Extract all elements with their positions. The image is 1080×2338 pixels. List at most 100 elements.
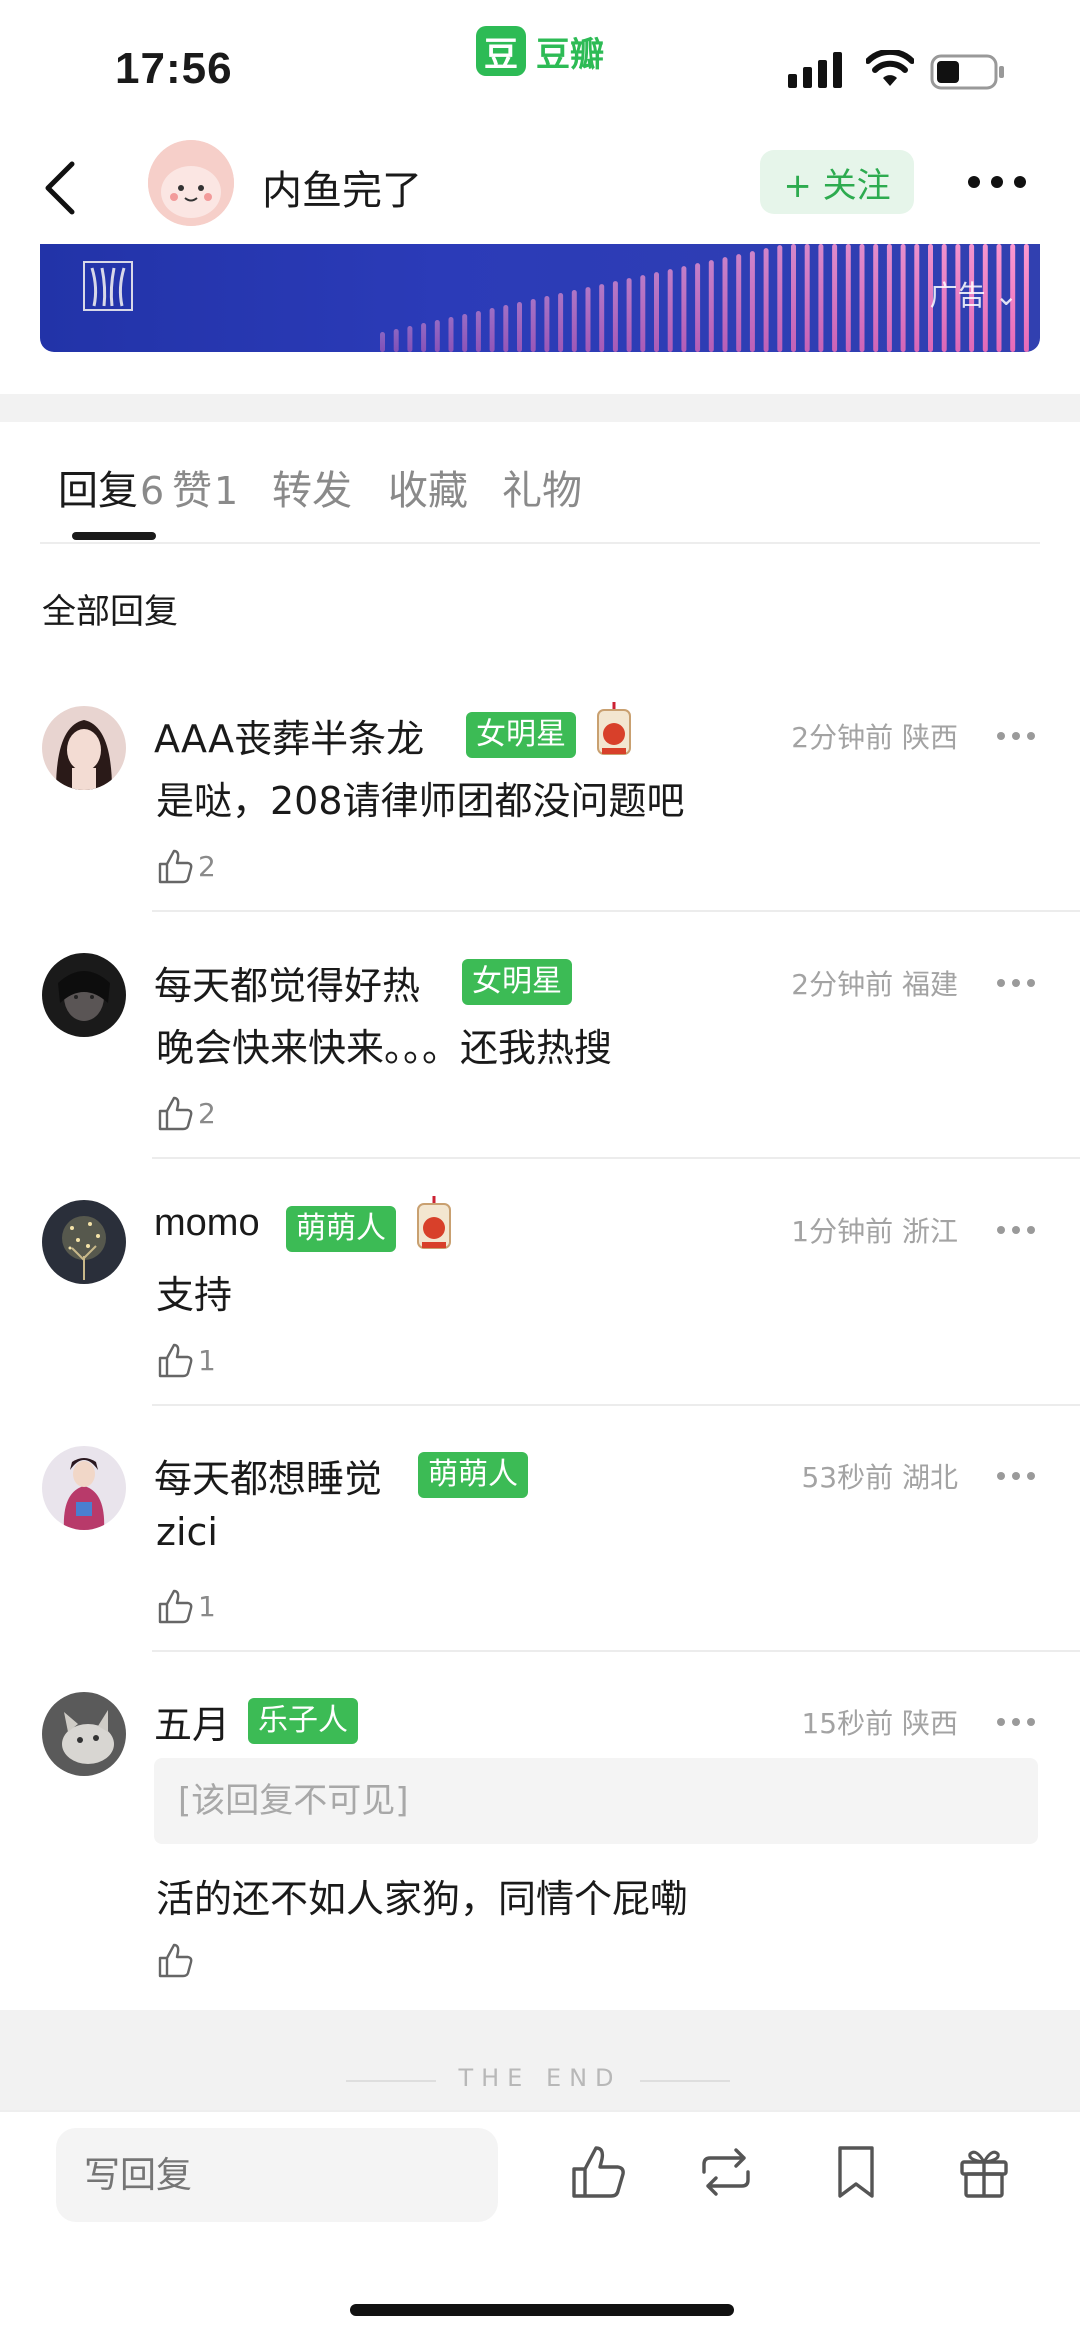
comment-time: 2分钟前 [791,721,894,754]
ad-label[interactable]: 广告 ⌄ [930,274,1018,314]
comment-meta: 2分钟前 福建 [791,963,958,1003]
avatar[interactable] [42,1692,126,1776]
ad-stripe [859,244,865,352]
like-button[interactable]: 2 [156,1093,216,1133]
avatar[interactable] [42,953,126,1037]
end-line-right [640,2080,730,2082]
ad-stripe [407,326,413,352]
section-divider [0,394,1080,422]
like-button[interactable]: 2 [156,846,216,886]
like-button[interactable]: 1 [156,1340,216,1380]
ad-label-text: 广告 [929,279,986,312]
ad-stripe [421,323,427,352]
comment-text: 是哒，208请律师团都没问题吧 [156,779,685,823]
wifi-icon [866,50,914,86]
user-badge: 萌萌人 [286,1206,396,1252]
end-text: THE END [458,2064,622,2092]
tab-gifts[interactable]: 礼物 [502,458,582,516]
thumbs-up-icon [158,1943,193,1978]
thumbs-up-icon [158,849,193,884]
ad-stripe [612,281,618,352]
comment-author[interactable]: AAA丧葬半条龙 [154,708,424,763]
like-button[interactable] [156,1940,194,1980]
like-button[interactable]: 1 [156,1586,216,1626]
tab-likes[interactable]: 赞1 [172,458,238,516]
bookmark-icon[interactable] [826,2142,886,2202]
tab-collections[interactable]: 收藏 [388,458,468,516]
comment-author[interactable]: 每天都想睡觉 [154,1448,382,1503]
comment-time: 1分钟前 [791,1215,894,1248]
user-badge: 女明星 [466,712,576,758]
avatar-illustration [42,706,126,790]
comment-location: 福建 [901,968,958,1001]
reply-input[interactable] [56,2128,498,2222]
follow-button[interactable]: + 关注 [760,150,914,214]
ad-stripe [475,311,481,352]
app-name: 豆瓣 [536,34,604,75]
status-bar: 17:56 豆 豆瓣 [0,0,1080,120]
comment-time: 15秒前 [801,1707,894,1740]
tab-replies[interactable]: 回复6 [58,458,164,516]
ad-stripe [585,287,591,352]
comment-meta: 15秒前 陕西 [801,1702,958,1742]
ad-stripe [393,329,399,352]
comment-author[interactable]: momo [154,1202,260,1245]
tab-bar: 回复6 赞1 转发 收藏 礼物 [40,440,1040,544]
ad-stripe [736,254,742,352]
ad-stripe [1023,244,1029,352]
divider [152,1650,1080,1652]
more-dots-icon[interactable] [996,730,1036,742]
ad-stripe [558,293,564,352]
ad-banner[interactable]: 广告 ⌄ [40,244,1040,352]
ad-stripe [626,278,632,352]
ad-stripe [434,320,440,352]
ad-stripe [749,251,755,352]
divider [152,910,1080,912]
ad-stripe [845,244,851,352]
thumbs-up-icon[interactable] [568,2142,628,2202]
comment-author[interactable]: 五月 [154,1694,230,1749]
ad-stripe [571,290,577,352]
avatar[interactable] [42,1200,126,1284]
douban-logo-icon: 豆 [476,26,526,76]
quoted-reply[interactable]: [该回复不可见] [154,1758,1038,1844]
ad-brand-logo-icon [83,261,133,311]
user-avatar[interactable] [148,140,234,226]
comment-meta: 2分钟前 陕西 [791,716,958,756]
back-arrow-icon[interactable] [40,158,80,218]
avatar-illustration [148,140,234,226]
more-dots-icon[interactable] [996,977,1036,989]
avatar[interactable] [42,706,126,790]
comment-location: 陕西 [901,1707,958,1740]
ad-stripe [763,248,769,352]
repost-icon[interactable] [696,2142,756,2202]
comment-location: 浙江 [901,1215,958,1248]
like-count: 2 [198,849,216,883]
like-count: 1 [198,1343,216,1377]
battery-icon [930,54,1004,90]
page-title: 内鱼完了 [262,168,422,214]
gift-icon[interactable] [954,2142,1014,2202]
status-time: 17:56 [115,44,233,93]
thumbs-up-icon [158,1096,193,1131]
like-count: 1 [198,1589,216,1623]
avatar[interactable] [42,1446,126,1530]
ad-stripe [544,296,550,352]
ad-stripe [777,245,783,352]
ad-stripe [517,302,522,352]
home-indicator[interactable] [350,2304,734,2316]
comment-author[interactable]: 每天都觉得好热 [154,955,420,1010]
charm-icon [417,1196,451,1249]
more-dots-icon[interactable] [996,1224,1036,1236]
more-dots-icon[interactable] [996,1716,1036,1728]
tab-label: 回复 [58,468,138,514]
nav-bar: 内鱼完了 + 关注 [0,130,1080,240]
end-of-list: THE END [0,2010,1080,2110]
more-dots-icon[interactable] [996,1470,1036,1482]
more-dots-icon[interactable] [966,170,1028,194]
divider [152,1157,1080,1159]
comment-time: 53秒前 [801,1461,894,1494]
tab-label: 赞 [172,468,212,514]
comment-meta: 1分钟前 浙江 [791,1210,958,1250]
tab-reposts[interactable]: 转发 [272,458,352,516]
